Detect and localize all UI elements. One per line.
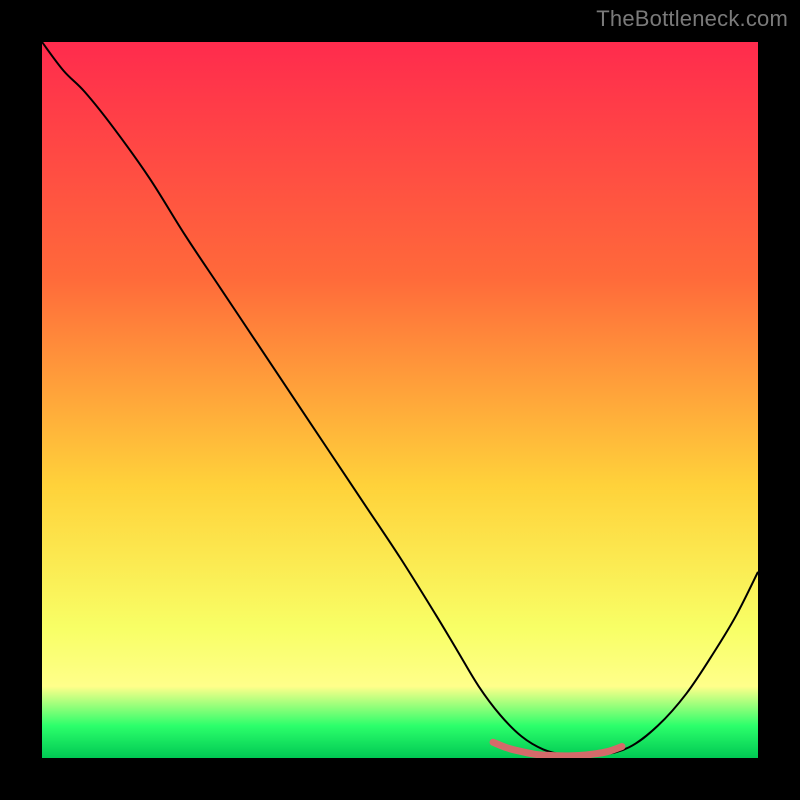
watermark-text: TheBottleneck.com xyxy=(596,6,788,32)
plot-area xyxy=(42,42,758,758)
gradient-background xyxy=(42,42,758,758)
chart-svg xyxy=(42,42,758,758)
chart-frame: TheBottleneck.com xyxy=(0,0,800,800)
